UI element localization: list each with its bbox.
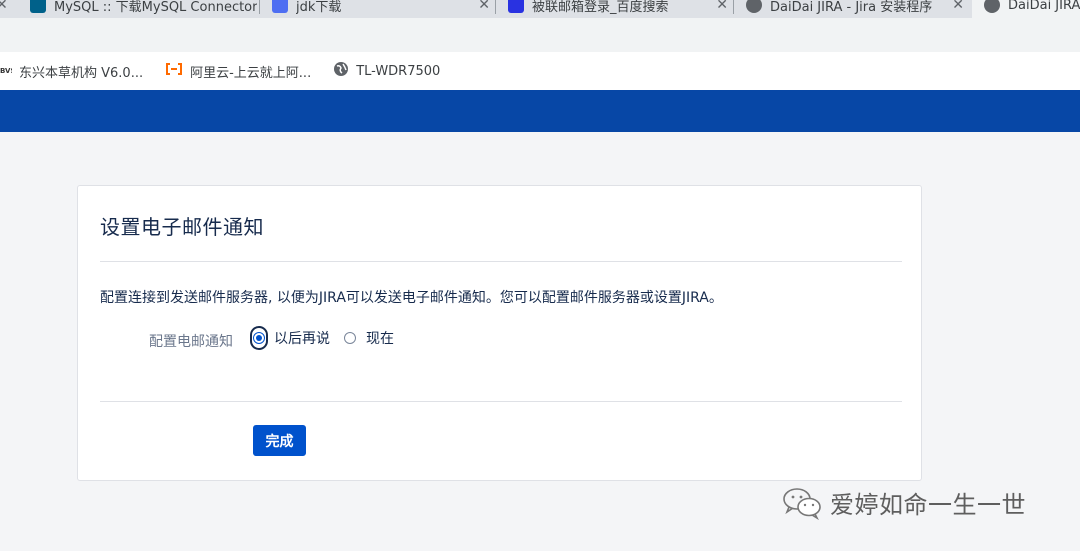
- setup-description: 配置连接到发送邮件服务器, 以便为JIRA可以发送电子邮件通知。您可以配置邮件服…: [100, 290, 723, 306]
- watermark-text: 爱婷如命一生一世: [830, 491, 1026, 519]
- radio-label-later: 以后再说: [274, 331, 330, 347]
- focus-ring: [250, 326, 268, 350]
- tab-separator: [733, 0, 734, 14]
- tab-separator: [495, 0, 496, 14]
- baidu-icon: [508, 0, 524, 13]
- globe-icon: [746, 0, 762, 13]
- divider: [100, 401, 902, 402]
- bookmark-label: TL-WDR7500: [356, 63, 441, 79]
- divider: [100, 261, 902, 262]
- radio-button-now[interactable]: [344, 332, 356, 344]
- search-paw-icon: [272, 0, 288, 13]
- bookmarks-bar: BVS 东兴本草机构 V6.0... 阿里云-上云就上阿... TL-WDR75…: [0, 52, 1080, 90]
- bookmark-router[interactable]: TL-WDR7500: [333, 61, 440, 81]
- radio-option-later[interactable]: 以后再说: [250, 326, 330, 350]
- bookmark-label: 东兴本草机构 V6.0...: [19, 65, 144, 81]
- wechat-icon: [783, 487, 821, 520]
- page-title: 设置电子邮件通知: [100, 215, 264, 239]
- finish-button[interactable]: 完成: [253, 425, 306, 456]
- dxbs-icon: BVS: [0, 67, 12, 75]
- close-icon[interactable]: ✕: [0, 0, 8, 13]
- bookmark-dongxing[interactable]: BVS 东兴本草机构 V6.0...: [0, 62, 143, 81]
- globe-icon: [984, 0, 1000, 13]
- setup-card: 设置电子邮件通知 配置连接到发送邮件服务器, 以便为JIRA可以发送电子邮件通知…: [77, 185, 922, 481]
- watermark: 爱婷如命一生一世: [782, 485, 1026, 520]
- email-notify-radio-group: 以后再说 现在: [250, 326, 408, 350]
- tab-baidu[interactable]: 被联邮箱登录_百度搜索 ✕: [498, 0, 734, 18]
- aliyun-icon: [165, 63, 183, 79]
- field-label-email-notify: 配置电邮通知: [149, 334, 233, 350]
- tab-jdk[interactable]: jdk下载 ✕: [262, 0, 496, 18]
- globe-icon: [333, 61, 349, 81]
- mysql-icon: [30, 0, 46, 13]
- tab-jira-active[interactable]: DaiDai JIRA: [972, 0, 1080, 18]
- radio-label-now: 现在: [366, 331, 394, 347]
- browser-tabstrip: ✕ MySQL :: 下载MySQL Connector jdk下载 ✕ 被联邮…: [0, 0, 1080, 18]
- tab-mysql[interactable]: ✕ MySQL :: 下载MySQL Connector: [0, 0, 260, 18]
- bookmark-label: 阿里云-上云就上阿...: [190, 65, 312, 81]
- jira-header-bar: [0, 90, 1080, 132]
- tab-jira-setup[interactable]: DaiDai JIRA - Jira 安装程序 ✕: [736, 0, 970, 18]
- close-icon[interactable]: ✕: [478, 0, 490, 13]
- browser-toolbar: [0, 18, 1080, 52]
- close-icon[interactable]: ✕: [952, 0, 964, 13]
- close-icon[interactable]: ✕: [716, 0, 728, 13]
- radio-button-later[interactable]: [253, 332, 265, 344]
- bookmark-aliyun[interactable]: 阿里云-上云就上阿...: [165, 62, 311, 81]
- radio-option-now[interactable]: 现在: [344, 328, 394, 348]
- tab-separator: [259, 0, 260, 14]
